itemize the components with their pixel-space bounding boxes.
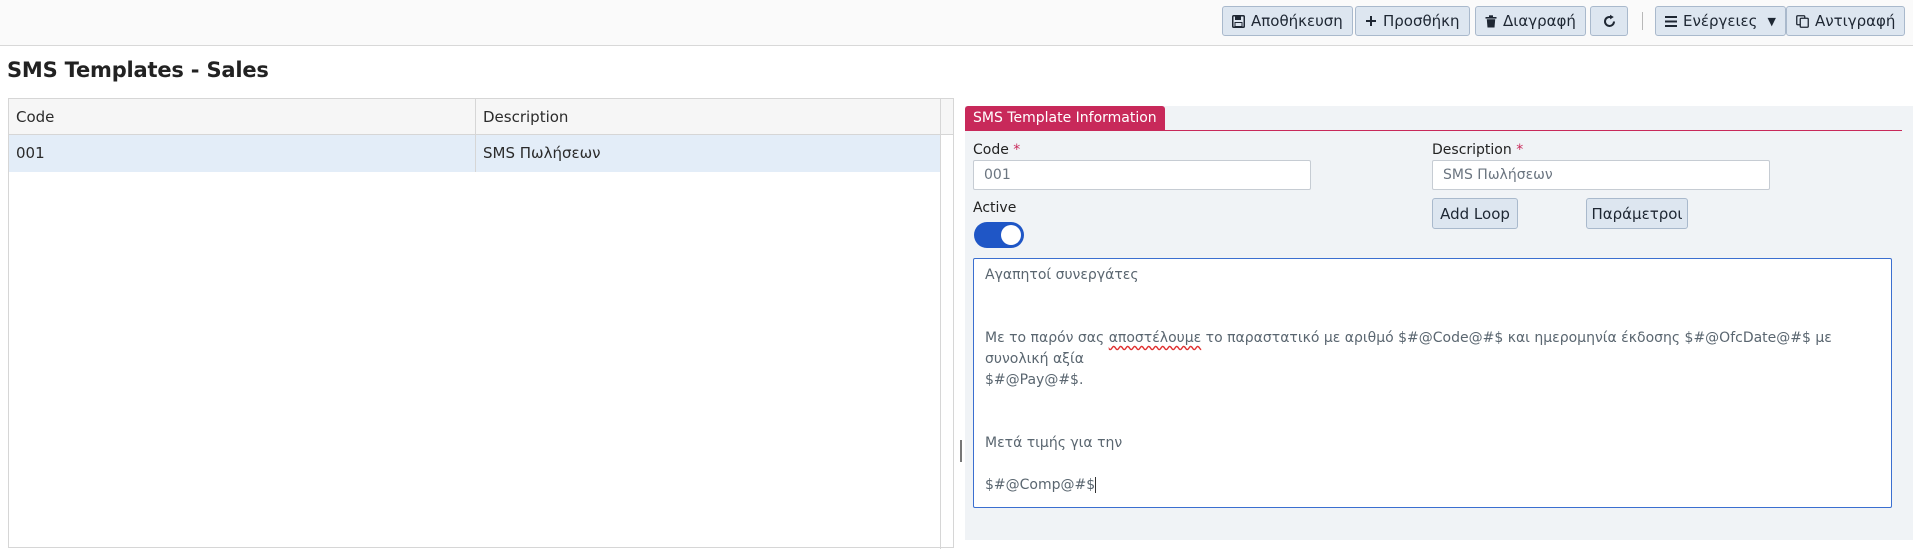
- active-label: Active: [973, 200, 1017, 216]
- body-message-line: Με το παρόν σας αποστέλουμε το παραστατι…: [985, 328, 1880, 370]
- parameters-button[interactable]: Παράμετροι: [1586, 198, 1688, 229]
- actions-dropdown[interactable]: Ενέργειες ▼: [1655, 6, 1786, 36]
- body-greeting: Αγαπητοί συνεργάτες: [985, 267, 1139, 283]
- plus-icon: [1365, 15, 1377, 27]
- tab-sms-template-information[interactable]: SMS Template Information: [965, 106, 1165, 131]
- row-code-cell: 001: [16, 144, 45, 162]
- active-toggle[interactable]: [974, 222, 1024, 248]
- body-closing: Μετά τιμής για την: [985, 435, 1123, 451]
- add-button[interactable]: Προσθήκη: [1355, 6, 1470, 36]
- description-label: Description *: [1432, 142, 1523, 158]
- add-button-label: Προσθήκη: [1383, 12, 1460, 30]
- grid-header: Code Description: [9, 99, 953, 135]
- body-amount-line: $#@Pay@#$.: [985, 372, 1084, 388]
- toggle-knob: [1001, 225, 1021, 245]
- required-marker: *: [1013, 142, 1021, 158]
- trash-icon: [1485, 14, 1497, 28]
- toolbar: Αποθήκευση Προσθήκη Διαγραφή Ενέργειες ▼…: [0, 0, 1913, 46]
- row-description-cell: SMS Πωλήσεων: [483, 144, 601, 162]
- body-signature-line: $#@Comp@#$: [985, 475, 1880, 496]
- column-header-code[interactable]: Code: [9, 99, 476, 135]
- menu-icon: [1665, 15, 1677, 27]
- templates-grid: Code Description 001 SMS Πωλήσεων: [8, 98, 954, 549]
- refresh-button[interactable]: [1590, 6, 1628, 36]
- text-cursor: [1095, 477, 1097, 493]
- description-label-text: Description: [1432, 142, 1512, 158]
- refresh-icon: [1602, 14, 1617, 29]
- add-loop-button[interactable]: Add Loop: [1432, 198, 1518, 229]
- copy-icon: [1796, 14, 1809, 28]
- code-field[interactable]: [973, 160, 1311, 190]
- save-button[interactable]: Αποθήκευση: [1222, 6, 1353, 36]
- delete-button-label: Διαγραφή: [1503, 12, 1576, 30]
- body-signature: $#@Comp@#$: [985, 477, 1096, 493]
- toolbar-divider: [1642, 12, 1643, 30]
- grid-scroll-divider: [940, 99, 941, 549]
- panel-splitter-handle[interactable]: [960, 440, 962, 462]
- caret-down-icon: ▼: [1767, 14, 1776, 28]
- copy-button-label: Αντιγραφή: [1815, 12, 1896, 30]
- column-divider: [475, 99, 476, 172]
- required-marker: *: [1516, 142, 1524, 158]
- copy-button[interactable]: Αντιγραφή: [1786, 6, 1906, 36]
- misspelled-word: αποστέλουμε: [1108, 330, 1202, 346]
- body-message-start: Με το παρόν σας: [985, 330, 1109, 346]
- delete-button[interactable]: Διαγραφή: [1475, 6, 1586, 36]
- column-header-description[interactable]: Description: [476, 99, 940, 135]
- tab-underline: [965, 130, 1902, 131]
- save-icon: [1232, 14, 1245, 28]
- page-title: SMS Templates - Sales: [7, 58, 269, 82]
- code-label: Code *: [973, 142, 1020, 158]
- sms-body-editor[interactable]: Αγαπητοί συνεργάτες Με το παρόν σας αποσ…: [973, 258, 1892, 508]
- code-label-text: Code: [973, 142, 1009, 158]
- description-field[interactable]: [1432, 160, 1770, 190]
- actions-dropdown-label: Ενέργειες: [1683, 12, 1758, 30]
- save-button-label: Αποθήκευση: [1251, 12, 1343, 30]
